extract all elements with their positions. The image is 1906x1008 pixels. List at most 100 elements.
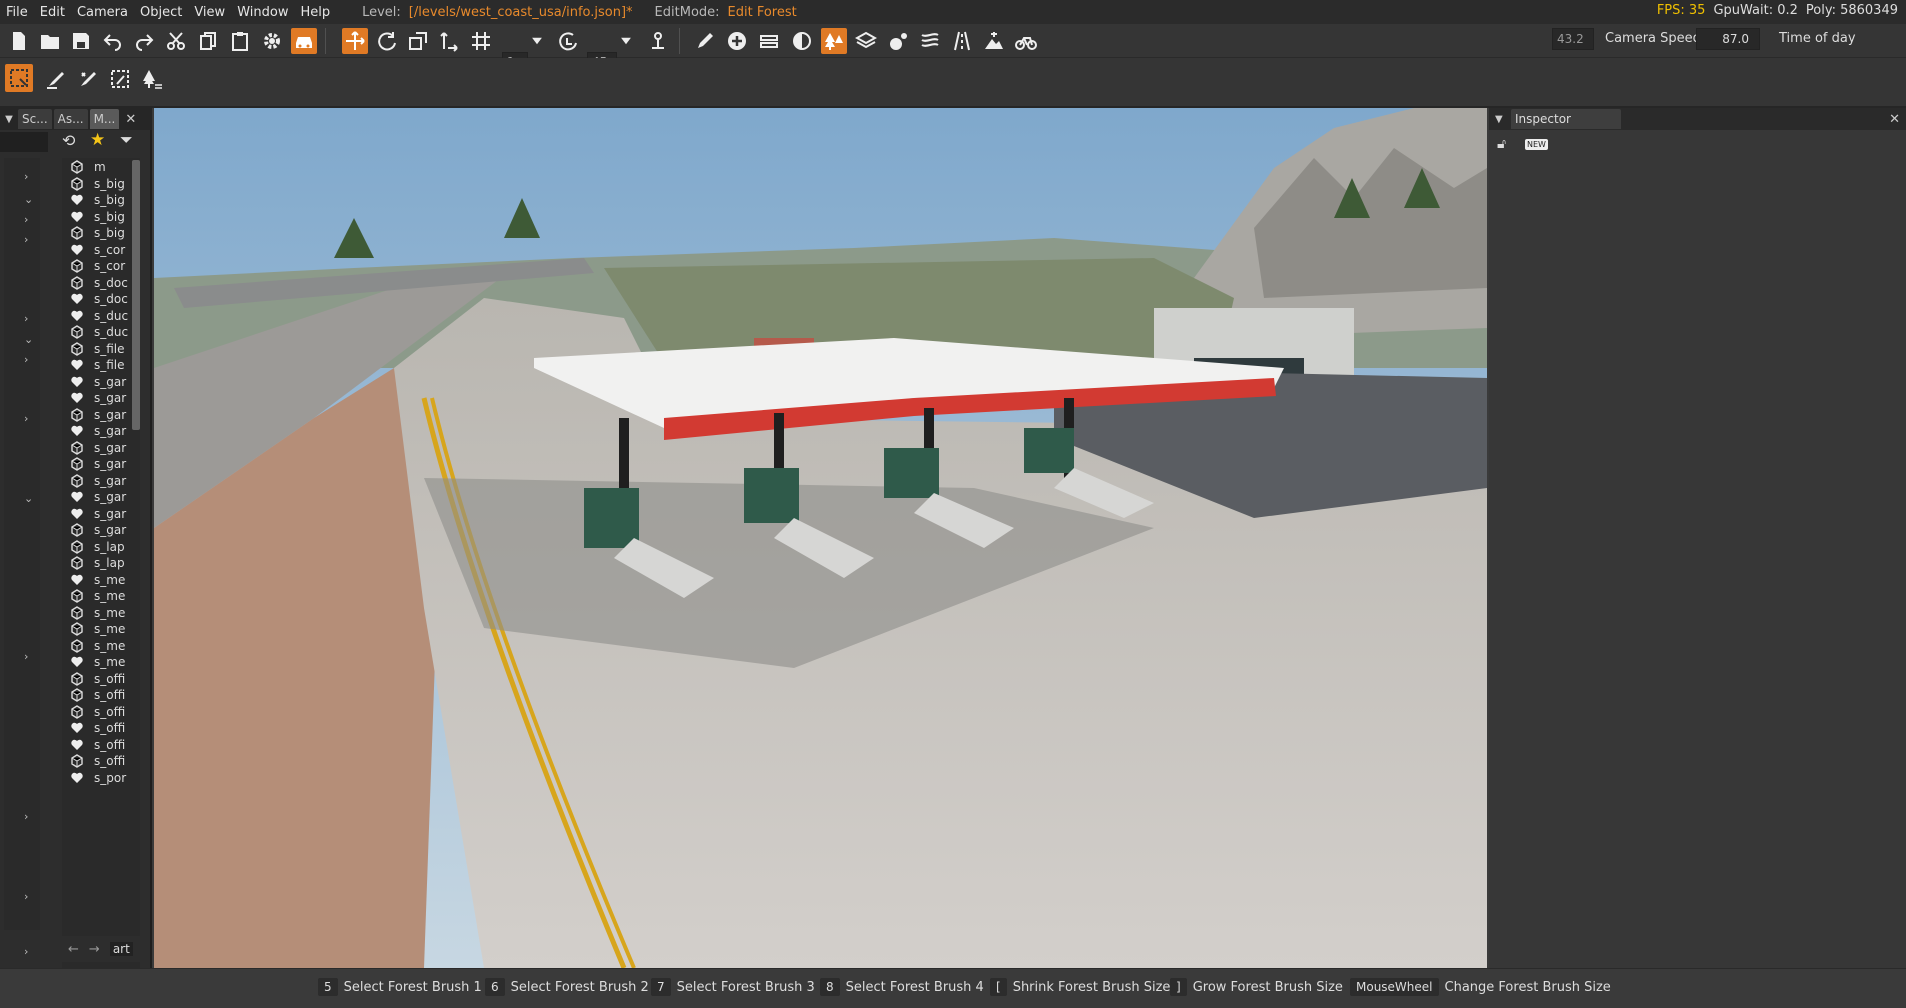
rotation-snap-icon[interactable] [555,28,581,54]
menu-view[interactable]: View [188,5,231,20]
chevron-right-icon[interactable]: › [24,650,28,663]
tab-assets[interactable]: As... [53,109,88,129]
menu-file[interactable]: File [0,5,34,20]
time-of-day-input[interactable]: 87.0 [1696,28,1760,50]
shortcut-text: Change Forest Brush Size [1444,979,1611,995]
open-folder-icon[interactable] [37,28,63,54]
chevron-down-icon[interactable] [617,28,635,54]
history-icon[interactable]: ⟲ [62,131,75,150]
rotate-gizmo-icon[interactable] [374,28,400,54]
mesh-asset-icon [70,638,84,653]
mesh-road-icon[interactable] [949,28,975,54]
paste-icon[interactable] [227,28,253,54]
chevron-right-icon[interactable]: › [24,810,28,823]
chevron-down-icon[interactable]: ⌄ [24,492,33,505]
road-edit-icon[interactable] [756,28,782,54]
mesh-asset-icon [70,622,84,636]
time-of-day-label: Time of day [1779,31,1856,46]
chevron-down-icon[interactable] [528,28,546,54]
menu-edit[interactable]: Edit [34,5,71,20]
favorite-heart-icon [70,490,84,504]
forward-arrow-icon[interactable]: → [89,942,100,957]
new-window-icon[interactable]: NEW [1525,139,1548,150]
star-icon[interactable]: ★ [90,130,105,150]
decal-icon[interactable] [885,28,911,54]
folder-tree[interactable] [4,158,40,930]
translate-gizmo-icon[interactable] [342,28,368,54]
menu-bar: File Edit Camera Object View Window Help… [0,0,1906,24]
mesh-asset-icon [70,226,84,240]
chevron-right-icon[interactable]: › [24,233,28,246]
mesh-asset-icon [70,341,84,356]
tree-search-field[interactable] [0,132,48,152]
lock-icon[interactable]: 🔓︎ [1497,136,1506,152]
chevron-right-icon[interactable]: › [24,353,28,366]
layers-icon[interactable] [853,28,879,54]
close-icon[interactable]: ✕ [1889,112,1900,127]
inspector-tab[interactable]: Inspector [1511,109,1621,129]
chevron-right-icon[interactable]: › [24,312,28,325]
copy-icon[interactable] [195,28,221,54]
undo-icon[interactable] [100,28,126,54]
add-object-icon[interactable] [724,28,750,54]
pencil-icon[interactable] [692,28,718,54]
asset-search-input[interactable]: art [109,942,133,956]
shortcut-text: Select Forest Brush 1 [343,979,482,995]
close-icon[interactable]: ✕ [125,112,136,127]
favorite-heart-icon [70,424,84,438]
camera-speed-input[interactable]: 43.2 [1552,28,1594,50]
toolbar-divider [325,28,326,54]
new-file-icon[interactable] [6,28,32,54]
terrain-sculpt-icon[interactable] [981,28,1007,54]
scale-gizmo-icon[interactable] [405,28,431,54]
save-icon[interactable] [68,28,94,54]
panel-menu-icon[interactable]: ▼ [1495,114,1503,125]
level-label: Level: [362,4,401,20]
mesh-asset-icon [70,325,84,339]
menu-window[interactable]: Window [231,5,294,20]
redo-icon[interactable] [131,28,157,54]
3d-viewport[interactable] [154,108,1487,968]
chevron-right-icon[interactable]: › [24,890,28,903]
vehicle-icon[interactable] [291,28,317,54]
list-item-label: s_cor [94,242,126,257]
tab-scene[interactable]: Sc... [18,109,52,129]
bicycle-icon[interactable] [1013,28,1039,54]
list-item-label: s_big [94,226,125,240]
chevron-right-icon[interactable]: › [24,170,28,183]
cut-icon[interactable] [163,28,189,54]
shortcut-hint: 8 Select Forest Brush 4 [820,977,984,997]
list-item-label: s_me [94,589,126,603]
favorite-heart-icon [70,309,84,323]
chevron-down-icon[interactable]: ⌄ [24,193,33,206]
list-item-label: s_lap [94,556,125,570]
drop-to-ground-icon[interactable] [645,28,671,54]
tab-materials[interactable]: M... [89,109,120,129]
menu-camera[interactable]: Camera [71,5,134,20]
terrain-paint-icon[interactable] [789,28,815,54]
favorite-heart-icon [70,210,84,224]
forest-tree-icon[interactable] [821,28,847,54]
grid-snap-icon[interactable] [468,28,494,54]
back-arrow-icon[interactable]: ← [68,942,79,957]
chevron-right-icon[interactable]: › [24,412,28,425]
tree-add-icon[interactable] [139,66,165,92]
settings-gear-icon[interactable] [259,28,285,54]
panel-menu-icon[interactable]: ▼ [0,114,18,125]
list-item-label: s_gar [94,457,127,471]
chevron-right-icon[interactable]: › [24,945,28,958]
menu-object[interactable]: Object [134,5,188,20]
brush-paint-icon[interactable] [43,66,69,92]
shortcut-key: 6 [485,978,505,996]
snap-axis-icon[interactable] [436,28,462,54]
brush-select-icon[interactable] [107,66,133,92]
chevron-right-icon[interactable]: › [24,213,28,226]
chevron-down-icon[interactable]: ⌄ [24,333,33,346]
inspector-panel: ▼ Inspector ✕ 🔓︎ NEW [1489,108,1906,968]
river-icon[interactable] [917,28,943,54]
menu-help[interactable]: Help [294,5,336,20]
brush-erase-icon[interactable] [75,66,101,92]
select-tool-icon[interactable] [5,64,33,92]
list-item[interactable]: s_por [70,768,140,788]
filter-icon[interactable]: ⏷ [120,130,133,150]
